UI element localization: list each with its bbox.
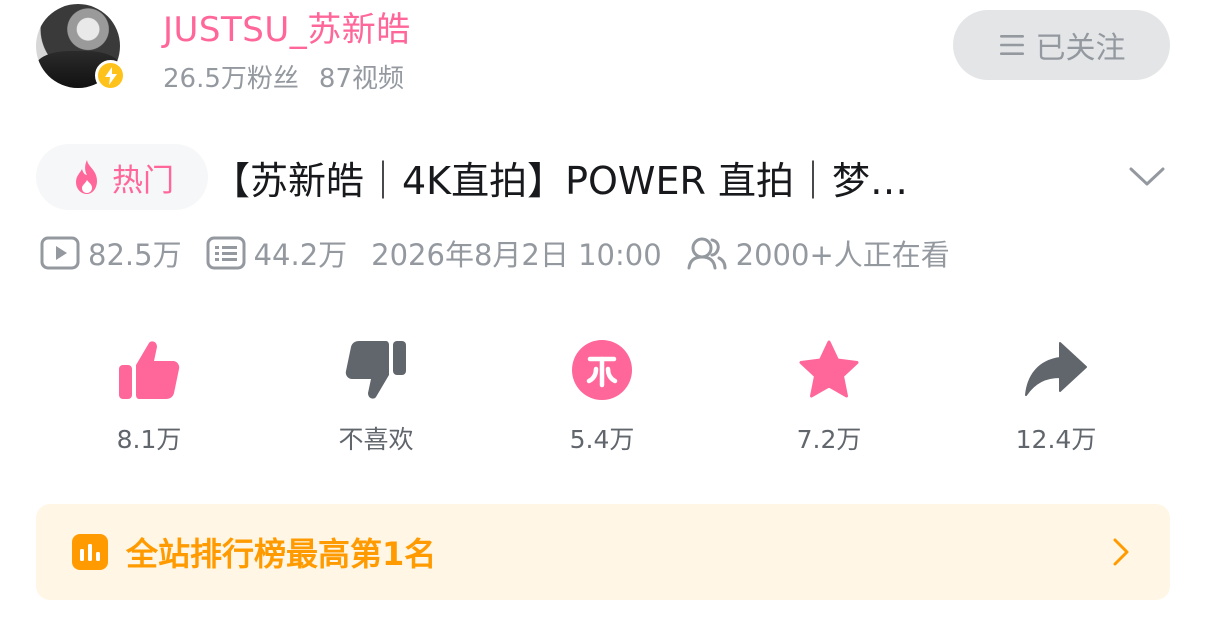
share-count: 12.4万 — [1015, 425, 1097, 454]
play-count-icon — [40, 236, 80, 270]
video-count: 87视频 — [318, 64, 404, 94]
watching-count-text: 2000+人正在看 — [735, 238, 950, 272]
view-count-text: 82.5万 — [88, 238, 182, 272]
hot-label: 热门 — [112, 162, 174, 199]
ranking-banner[interactable]: 全站排行榜最高第1名 — [36, 504, 1170, 600]
verified-lightning-icon — [95, 60, 126, 91]
coin-count: 5.4万 — [569, 425, 635, 454]
bar-chart-icon — [72, 534, 108, 570]
ranking-text: 全站排行榜最高第1名 — [126, 535, 437, 573]
follow-label: 已关注 — [1035, 31, 1126, 66]
publish-date-text: 2026年8月2日 10:00 — [371, 238, 662, 272]
follow-button[interactable]: 已关注 — [953, 10, 1170, 80]
danmaku-count-text: 44.2万 — [253, 238, 348, 272]
follower-count: 26.5万粉丝 — [163, 64, 299, 94]
thumbs-up-icon — [119, 341, 180, 399]
view-count: 82.5万 — [40, 232, 182, 274]
favorite-button[interactable]: 7.2万 — [749, 334, 909, 456]
coin-icon — [572, 340, 632, 400]
chevron-down-icon[interactable] — [1128, 166, 1166, 188]
star-icon — [799, 340, 859, 398]
chevron-right-icon — [1113, 538, 1129, 566]
flame-icon — [76, 160, 97, 194]
menu-icon — [999, 35, 1024, 55]
uploader-stats: 26.5万粉丝 87视频 — [163, 58, 404, 95]
share-icon — [1025, 342, 1087, 396]
danmaku-icon — [206, 236, 246, 270]
share-button[interactable]: 12.4万 — [976, 334, 1136, 456]
dislike-label: 不喜欢 — [338, 425, 414, 454]
danmaku-count: 44.2万 — [206, 232, 348, 274]
hot-tag[interactable]: 热门 — [36, 144, 208, 210]
favorite-count: 7.2万 — [796, 425, 862, 454]
like-count: 8.1万 — [116, 425, 182, 454]
like-button[interactable]: 8.1万 — [69, 334, 229, 456]
watching-count: 2000+人正在看 — [686, 232, 950, 274]
uploader-name[interactable]: JUSTSU_苏新皓 — [163, 2, 411, 51]
video-meta: 82.5万 44.2万 2026年8月2日 10:00 2000+人正在看 — [40, 230, 974, 276]
video-title[interactable]: 【苏新皓｜4K直拍】POWER 直拍｜梦… — [212, 150, 1072, 205]
dislike-button[interactable]: 不喜欢 — [296, 334, 456, 456]
coin-button[interactable]: 5.4万 — [522, 334, 682, 456]
action-bar: 8.1万 不喜欢 5.4万 7.2万 12.4万 — [0, 334, 1206, 464]
people-icon — [687, 237, 727, 270]
publish-date: 2026年8月2日 10:00 — [371, 232, 662, 274]
thumbs-down-icon — [345, 341, 406, 399]
